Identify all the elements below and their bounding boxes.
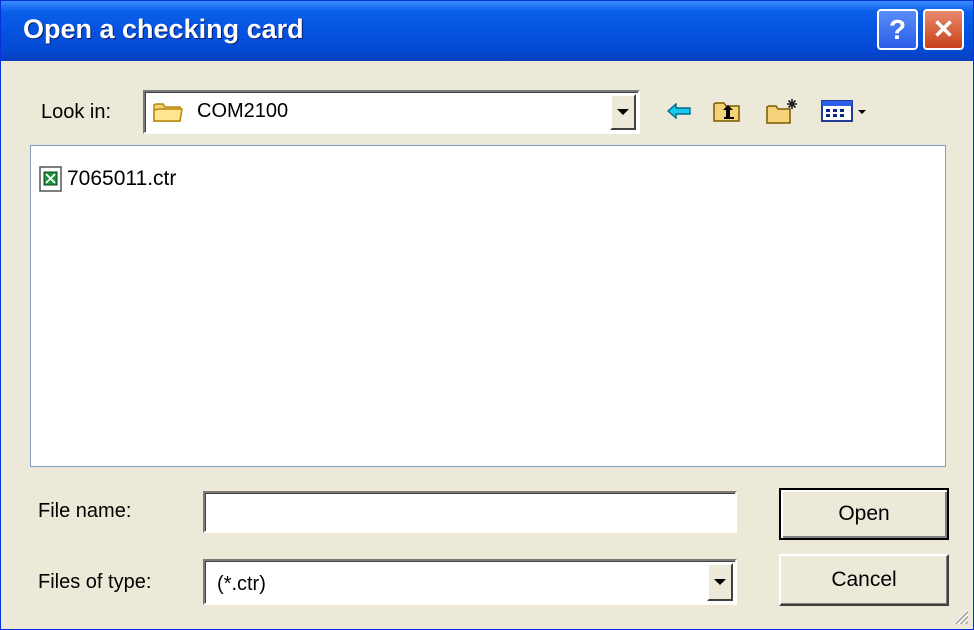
look-in-value: COM2100 bbox=[197, 100, 289, 122]
dialog-title: Open a checking card bbox=[23, 14, 304, 44]
cancel-button[interactable]: Cancel bbox=[779, 554, 949, 606]
help-icon: ? bbox=[888, 13, 907, 45]
file-list[interactable]: 7065011.ctr bbox=[30, 145, 946, 467]
back-arrow-icon bbox=[667, 103, 691, 119]
ctr-file-icon bbox=[39, 166, 62, 192]
up-one-level-button[interactable] bbox=[711, 93, 743, 129]
look-in-label: Look in: bbox=[41, 101, 112, 123]
open-button-label: Open bbox=[838, 502, 890, 525]
look-in-dropdown-button[interactable] bbox=[610, 94, 636, 130]
files-of-type-label: Files of type: bbox=[38, 571, 152, 593]
open-dialog: Open a checking card ? ✕ Look in: COM210… bbox=[0, 0, 974, 630]
look-in-combo[interactable]: COM2100 bbox=[143, 90, 640, 134]
chevron-down-icon bbox=[714, 579, 726, 585]
close-icon: ✕ bbox=[932, 14, 955, 44]
file-name-label: File name: bbox=[38, 500, 132, 522]
resize-grip-icon[interactable] bbox=[949, 605, 969, 625]
files-of-type-combo[interactable]: (*.ctr) bbox=[203, 559, 737, 605]
up-one-level-icon bbox=[713, 102, 740, 122]
help-button[interactable]: ? bbox=[877, 9, 918, 50]
file-item[interactable]: 7065011.ctr bbox=[38, 165, 176, 193]
new-folder-icon bbox=[766, 99, 797, 124]
title-bar[interactable]: Open a checking card ? ✕ bbox=[1, 1, 973, 61]
cancel-button-label: Cancel bbox=[831, 568, 897, 591]
file-name-input[interactable] bbox=[203, 491, 737, 533]
files-of-type-dropdown-button[interactable] bbox=[707, 563, 733, 601]
close-button[interactable]: ✕ bbox=[923, 9, 964, 50]
back-button[interactable] bbox=[665, 93, 693, 129]
chevron-down-icon bbox=[617, 109, 629, 115]
view-menu-icon bbox=[821, 100, 866, 122]
new-folder-button[interactable] bbox=[765, 93, 801, 129]
files-of-type-value: (*.ctr) bbox=[217, 573, 266, 595]
folder-icon bbox=[153, 101, 183, 128]
view-menu-button[interactable] bbox=[819, 93, 877, 129]
open-button[interactable]: Open bbox=[779, 488, 949, 540]
file-name: 7065011.ctr bbox=[67, 167, 177, 190]
